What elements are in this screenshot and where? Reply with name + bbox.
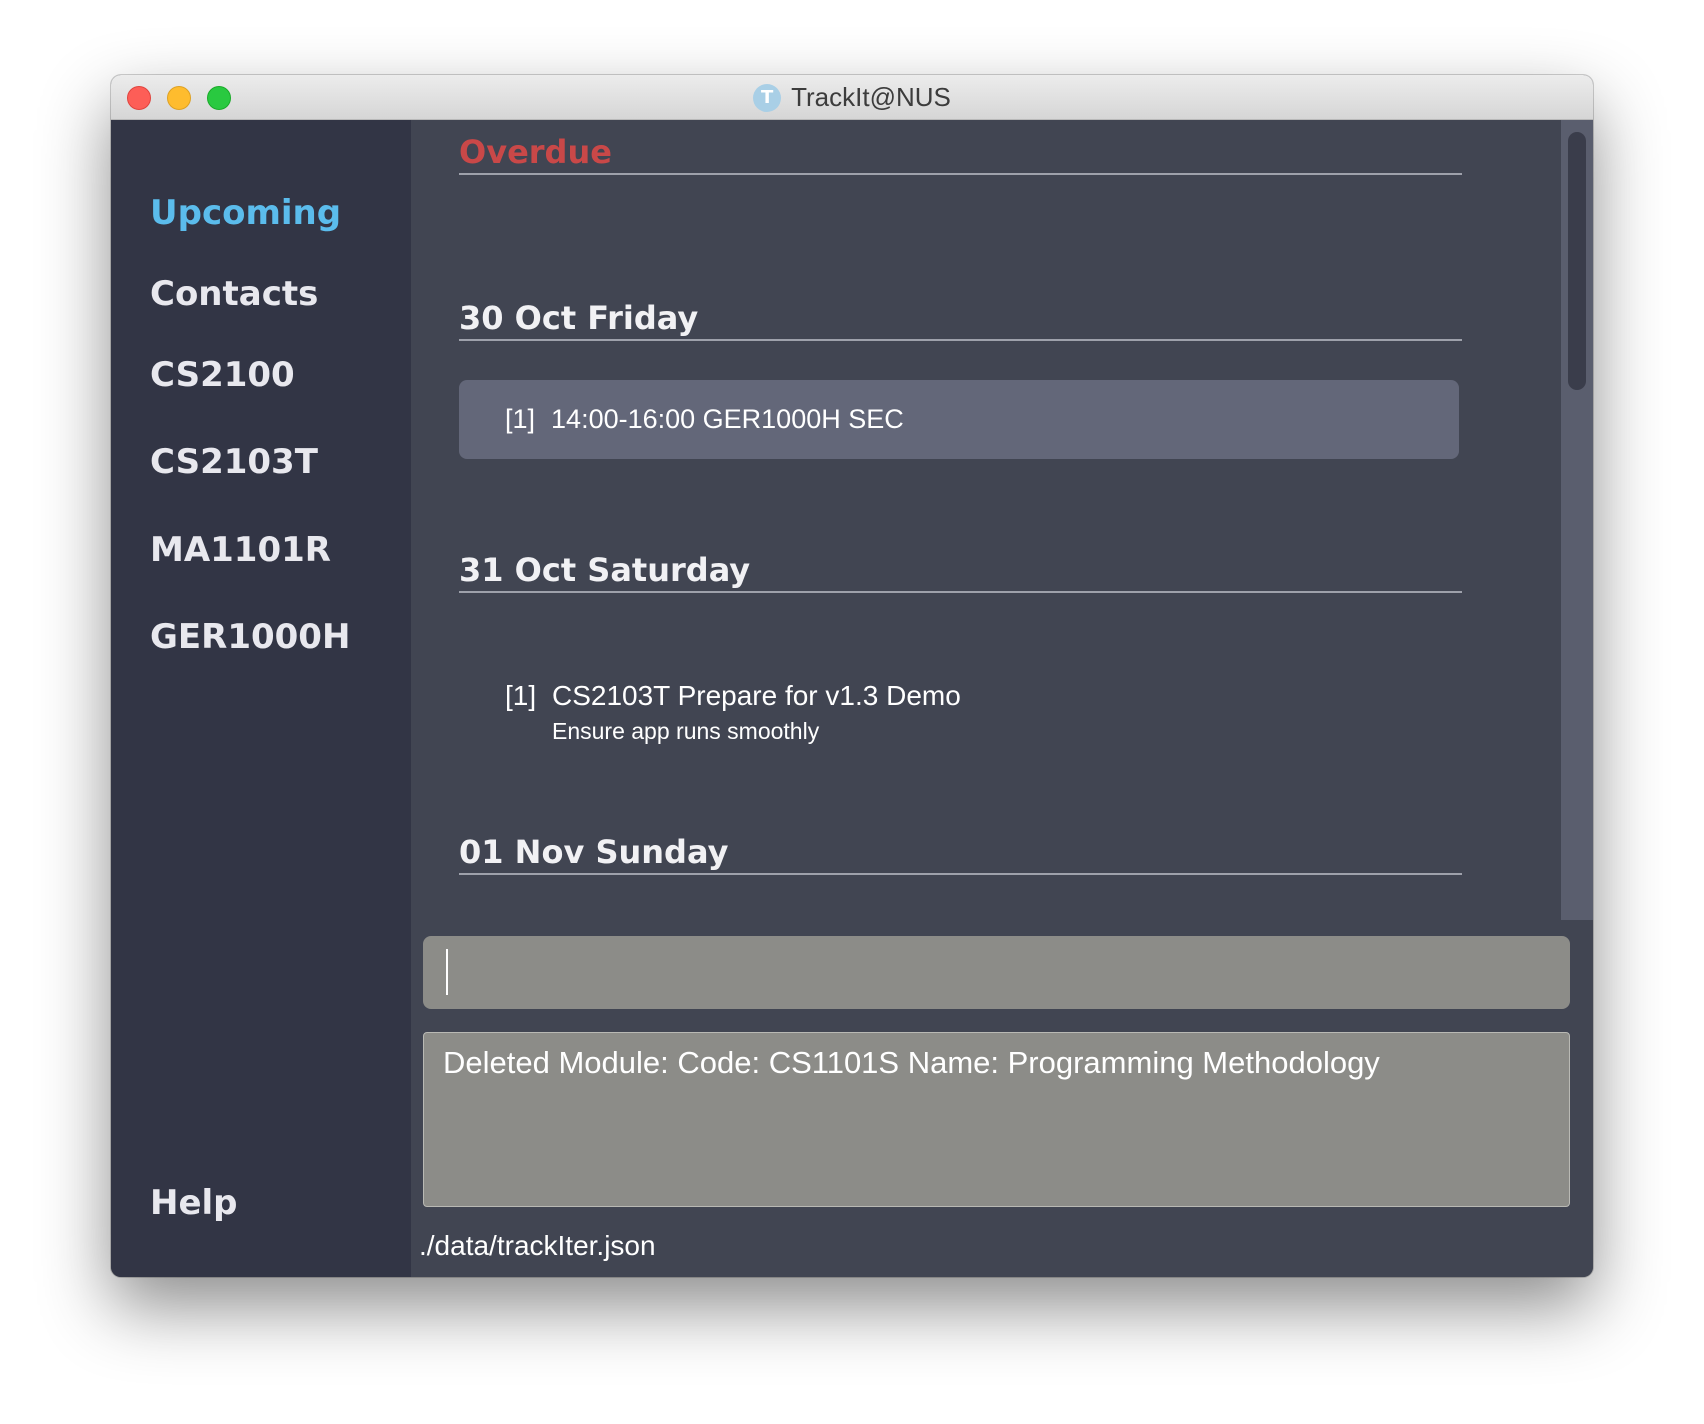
scrollbar-thumb[interactable] [1568,132,1586,390]
task-index: [1] [505,680,537,711]
event-text: 14:00-16:00 GER1000H SEC [551,404,904,434]
title-bar: T TrackIt@NUS [111,75,1593,120]
sidebar-item-contacts[interactable]: Contacts [150,274,318,314]
result-display: Deleted Module: Code: CS1101S Name: Prog… [423,1032,1570,1207]
main-panel: Overdue 30 Oct Friday [1] 14:00-16:00 GE… [411,120,1593,1277]
app-logo-icon: T [753,83,782,112]
text-cursor [446,949,448,995]
sidebar-item-ger1000h[interactable]: GER1000H [150,617,350,657]
event-index: [1] [505,404,536,434]
sidebar-item-ma1101r[interactable]: MA1101R [150,530,331,570]
status-bar-file-path: ./data/trackIter.json [419,1230,656,1261]
task-title: CS2103T Prepare for v1.3 Demo [552,680,961,711]
task-description: Ensure app runs smoothly [552,718,820,744]
title-area: T TrackIt@NUS [111,75,1593,120]
day-header: 31 Oct Saturday [459,551,1462,593]
window-title: TrackIt@NUS [791,82,951,112]
event-card[interactable]: [1] 14:00-16:00 GER1000H SEC [459,380,1459,459]
upcoming-list[interactable]: Overdue 30 Oct Friday [1] 14:00-16:00 GE… [411,120,1561,920]
app-window: T TrackIt@NUS Upcoming Contacts CS2100 C… [111,75,1593,1277]
command-input[interactable] [423,936,1570,1009]
day-header: 30 Oct Friday [459,299,1462,341]
sidebar-item-upcoming[interactable]: Upcoming [150,193,341,233]
sidebar-item-cs2100[interactable]: CS2100 [150,355,295,395]
sidebar-item-help[interactable]: Help [150,1183,238,1223]
sidebar: Upcoming Contacts CS2100 CS2103T MA1101R… [111,120,411,1277]
overdue-header: Overdue [459,133,1462,175]
sidebar-item-cs2103t[interactable]: CS2103T [150,442,318,482]
day-header: 01 Nov Sunday [459,833,1462,875]
vertical-scrollbar[interactable] [1561,120,1593,920]
